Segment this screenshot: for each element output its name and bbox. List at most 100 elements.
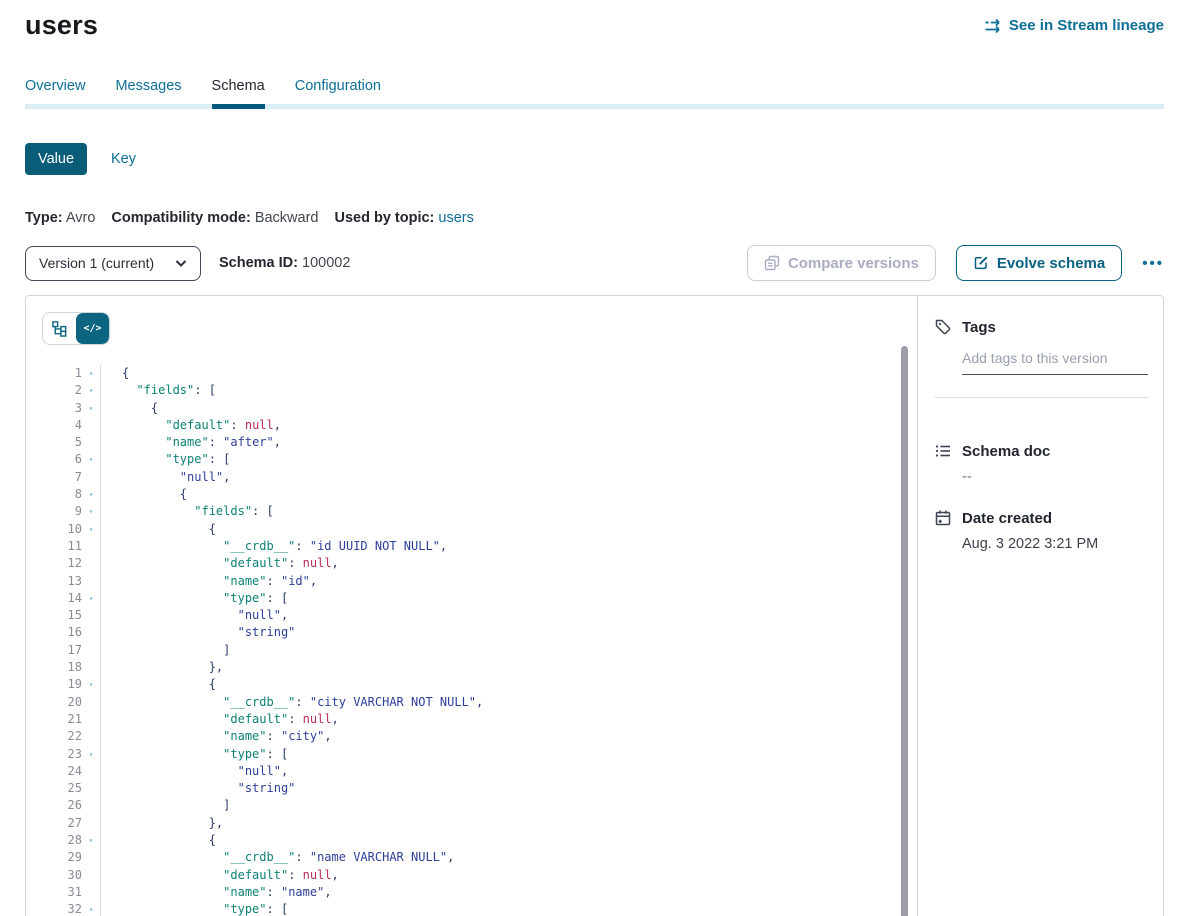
- code-line-text: "null",: [101, 469, 230, 486]
- code-line: 26 ]: [42, 797, 917, 814]
- code-line-text: "type": [: [101, 901, 288, 916]
- code-line-text: "string": [101, 624, 295, 641]
- meta-compat-value: Backward: [255, 210, 319, 226]
- code-line: 27 },: [42, 815, 917, 832]
- tab-messages[interactable]: Messages: [115, 78, 181, 109]
- stream-lineage-link[interactable]: See in Stream lineage: [984, 17, 1164, 34]
- code-line-text: "name": "after",: [101, 434, 281, 451]
- code-line: 24 "null",: [42, 763, 917, 780]
- edit-icon: [973, 255, 989, 271]
- code-line-text: "fields": [: [101, 503, 274, 520]
- calendar-plus-icon: [934, 509, 952, 527]
- code-line-text: "type": [: [101, 451, 230, 468]
- version-select[interactable]: Version 1 (current): [25, 246, 201, 281]
- fold-spacer: [82, 573, 100, 590]
- line-number: 29: [42, 849, 82, 866]
- code-line: 4 "default": null,: [42, 417, 917, 434]
- code-line-text: "__crdb__": "city VARCHAR NOT NULL",: [101, 694, 483, 711]
- fold-spacer: [82, 711, 100, 728]
- code-view-icon: </>: [83, 323, 101, 334]
- code-line: 6▾ "type": [: [42, 451, 917, 468]
- fold-toggle-icon[interactable]: ▾: [82, 590, 100, 607]
- code-line-text: {: [101, 521, 216, 538]
- tab-configuration[interactable]: Configuration: [295, 78, 381, 109]
- fold-toggle-icon[interactable]: ▾: [82, 382, 100, 399]
- sidebar-divider: [934, 397, 1148, 398]
- line-number: 4: [42, 417, 82, 434]
- fold-spacer: [82, 867, 100, 884]
- code-line: 12 "default": null,: [42, 555, 917, 572]
- page-header: users See in Stream lineage: [25, 0, 1164, 41]
- fold-spacer: [82, 538, 100, 555]
- fold-toggle-icon[interactable]: ▾: [82, 486, 100, 503]
- line-number: 9: [42, 503, 82, 520]
- code-line-text: "string": [101, 780, 295, 797]
- code-line: 29 "__crdb__": "name VARCHAR NULL",: [42, 849, 917, 866]
- fold-toggle-icon[interactable]: ▾: [82, 400, 100, 417]
- code-line: 16 "string": [42, 624, 917, 641]
- schema-panel: </> 1▾{2▾ "fields": [3▾ {4 "default": nu…: [25, 295, 1164, 916]
- fold-toggle-icon[interactable]: ▾: [82, 676, 100, 693]
- stream-lineage-icon: [984, 18, 1002, 34]
- schema-id-label: Schema ID:: [219, 255, 298, 271]
- line-number: 26: [42, 797, 82, 814]
- fold-toggle-icon[interactable]: ▾: [82, 901, 100, 916]
- fold-toggle-icon[interactable]: ▾: [82, 365, 100, 382]
- code-line-text: },: [101, 815, 223, 832]
- code-lines: 1▾{2▾ "fields": [3▾ {4 "default": null,5…: [42, 365, 917, 916]
- code-line: 31 "name": "name",: [42, 884, 917, 901]
- value-tab-button[interactable]: Value: [25, 143, 87, 175]
- code-line: 9▾ "fields": [: [42, 503, 917, 520]
- code-line: 5 "name": "after",: [42, 434, 917, 451]
- fold-spacer: [82, 642, 100, 659]
- tab-overview[interactable]: Overview: [25, 78, 85, 109]
- code-line: 11 "__crdb__": "id UUID NOT NULL",: [42, 538, 917, 555]
- fold-spacer: [82, 555, 100, 572]
- line-number: 15: [42, 607, 82, 624]
- version-bar-left: Version 1 (current) Schema ID: 100002: [25, 246, 350, 281]
- compare-versions-button[interactable]: Compare versions: [747, 245, 936, 281]
- code-line-text: "null",: [101, 763, 288, 780]
- key-tab-button[interactable]: Key: [111, 151, 136, 167]
- evolve-schema-label: Evolve schema: [997, 255, 1105, 272]
- fold-spacer: [82, 659, 100, 676]
- code-line: 2▾ "fields": [: [42, 382, 917, 399]
- code-view-button[interactable]: </>: [76, 313, 109, 344]
- topic-link[interactable]: users: [438, 210, 473, 226]
- code-line-text: "fields": [: [101, 382, 216, 399]
- tags-heading-label: Tags: [962, 319, 996, 336]
- fold-spacer: [82, 694, 100, 711]
- line-number: 21: [42, 711, 82, 728]
- add-tags-input[interactable]: [962, 348, 1148, 375]
- fold-toggle-icon[interactable]: ▾: [82, 746, 100, 763]
- page-title: users: [25, 10, 98, 41]
- fold-toggle-icon[interactable]: ▾: [82, 832, 100, 849]
- schema-doc-heading-label: Schema doc: [962, 443, 1050, 460]
- code-line: 18 },: [42, 659, 917, 676]
- line-number: 1: [42, 365, 82, 382]
- meta-type: Type: Avro: [25, 210, 95, 226]
- line-number: 31: [42, 884, 82, 901]
- tree-view-button[interactable]: [43, 313, 76, 344]
- code-line: 30 "default": null,: [42, 867, 917, 884]
- fold-toggle-icon[interactable]: ▾: [82, 451, 100, 468]
- list-icon: [934, 442, 952, 460]
- line-number: 19: [42, 676, 82, 693]
- code-line: 20 "__crdb__": "city VARCHAR NOT NULL",: [42, 694, 917, 711]
- code-scrollbar-thumb[interactable]: [901, 346, 908, 916]
- code-line: 23▾ "type": [: [42, 746, 917, 763]
- meta-compat-label: Compatibility mode:: [111, 210, 250, 226]
- more-options-button[interactable]: •••: [1142, 255, 1164, 272]
- fold-toggle-icon[interactable]: ▾: [82, 503, 100, 520]
- code-line-text: {: [101, 676, 216, 693]
- tab-schema[interactable]: Schema: [212, 78, 265, 109]
- evolve-schema-button[interactable]: Evolve schema: [956, 245, 1122, 281]
- fold-spacer: [82, 469, 100, 486]
- fold-spacer: [82, 815, 100, 832]
- fold-toggle-icon[interactable]: ▾: [82, 521, 100, 538]
- code-line: 13 "name": "id",: [42, 573, 917, 590]
- line-number: 2: [42, 382, 82, 399]
- schema-page: users See in Stream lineage Overview Mess…: [0, 0, 1189, 916]
- line-number: 5: [42, 434, 82, 451]
- date-created-heading: Date created: [934, 509, 1148, 527]
